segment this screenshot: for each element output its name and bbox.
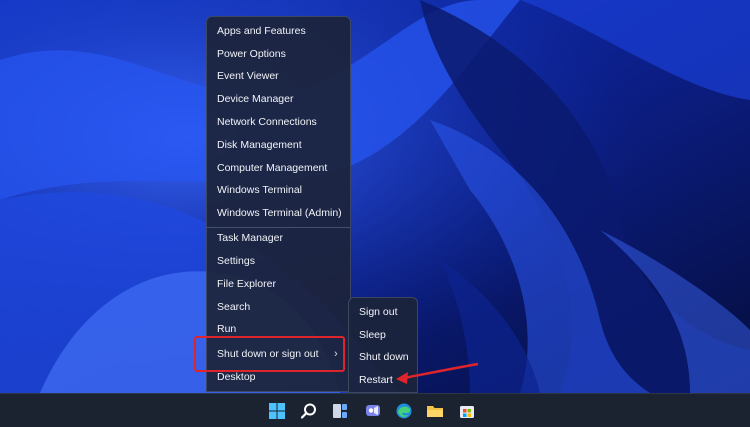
submenu-item-shut-down[interactable]: Shut down bbox=[359, 351, 409, 363]
menu-item-desktop[interactable]: Desktop bbox=[217, 371, 256, 383]
menu-item-network-connections[interactable]: Network Connections bbox=[217, 116, 317, 128]
menu-item-run[interactable]: Run bbox=[217, 323, 236, 335]
search-icon[interactable] bbox=[300, 402, 318, 420]
submenu-item-restart[interactable]: Restart bbox=[359, 374, 393, 386]
menu-item-task-manager[interactable]: Task Manager bbox=[217, 232, 283, 244]
shutdown-submenu: Sign out Sleep Shut down Restart bbox=[348, 297, 418, 393]
menu-item-search[interactable]: Search bbox=[217, 301, 250, 313]
menu-item-windows-terminal-admin[interactable]: Windows Terminal (Admin) bbox=[217, 207, 342, 219]
menu-item-event-viewer[interactable]: Event Viewer bbox=[217, 70, 279, 82]
chat-icon[interactable] bbox=[364, 402, 382, 420]
menu-item-power-options[interactable]: Power Options bbox=[217, 48, 286, 60]
edge-icon[interactable] bbox=[395, 402, 413, 420]
menu-separator bbox=[207, 227, 350, 228]
menu-item-device-manager[interactable]: Device Manager bbox=[217, 93, 293, 105]
menu-item-apps-and-features[interactable]: Apps and Features bbox=[217, 25, 306, 37]
submenu-item-sign-out[interactable]: Sign out bbox=[359, 306, 398, 318]
taskbar bbox=[0, 393, 750, 427]
menu-item-windows-terminal[interactable]: Windows Terminal bbox=[217, 184, 302, 196]
submenu-item-sleep[interactable]: Sleep bbox=[359, 329, 386, 341]
menu-item-file-explorer[interactable]: File Explorer bbox=[217, 278, 276, 290]
start-icon[interactable] bbox=[268, 402, 286, 420]
file-explorer-icon[interactable] bbox=[426, 402, 444, 420]
highlight-box bbox=[194, 336, 345, 372]
store-icon[interactable] bbox=[458, 402, 476, 420]
menu-item-disk-management[interactable]: Disk Management bbox=[217, 139, 302, 151]
menu-item-settings[interactable]: Settings bbox=[217, 255, 255, 267]
menu-item-computer-management[interactable]: Computer Management bbox=[217, 162, 327, 174]
task-view-icon[interactable] bbox=[331, 402, 349, 420]
